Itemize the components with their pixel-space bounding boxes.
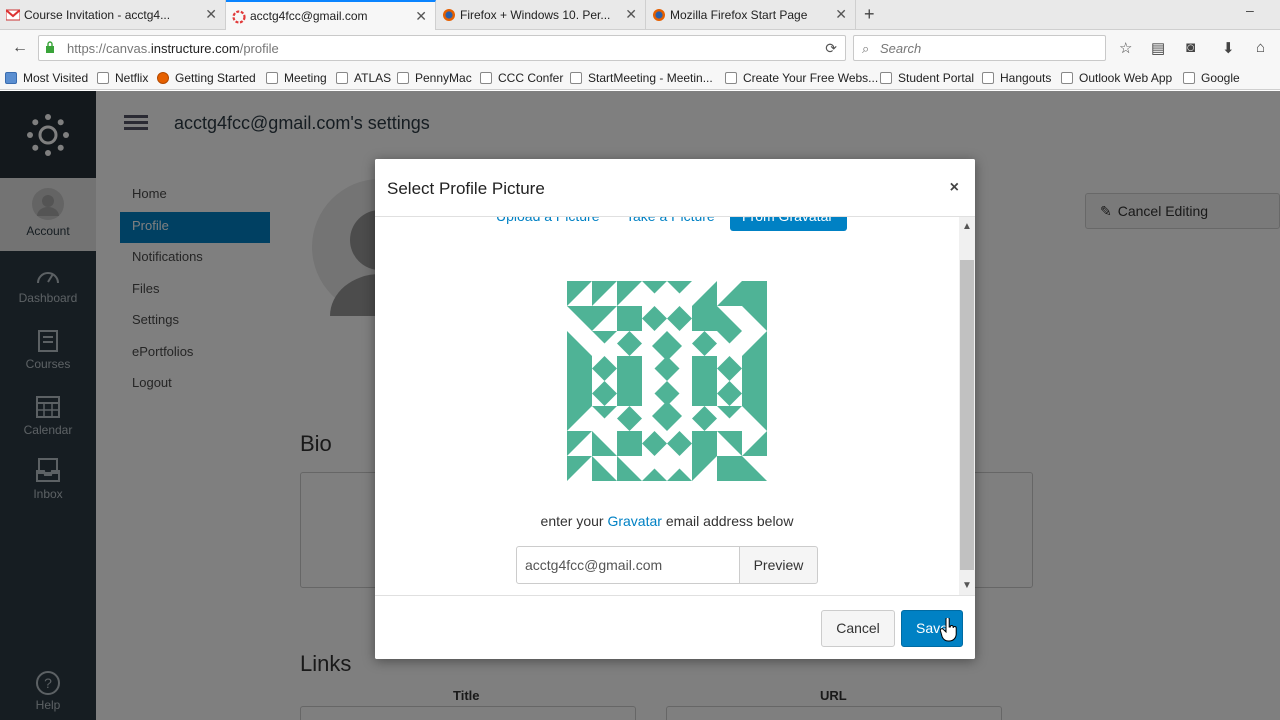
tab-label: acctg4fcc@gmail.com: [250, 9, 368, 23]
new-tab-icon[interactable]: +: [864, 4, 875, 25]
bookmark-item[interactable]: StartMeeting - Meetin...: [570, 71, 713, 85]
page-icon: [725, 72, 737, 84]
reload-icon[interactable]: ⟳: [825, 40, 837, 57]
bookmark-item[interactable]: Meeting: [266, 71, 327, 85]
tab-take-picture[interactable]: Take a Picture: [614, 217, 727, 231]
hand-cursor-icon: [940, 618, 957, 642]
folder-icon: [5, 72, 17, 84]
browser-nav-bar: ← https://canvas.instructure.com/profile…: [0, 30, 1280, 66]
close-icon[interactable]: ✕: [415, 8, 427, 25]
firefox-icon: [157, 72, 169, 84]
page-icon: [266, 72, 278, 84]
tab-label: Course Invitation - acctg4...: [24, 8, 171, 22]
cancel-button[interactable]: Cancel: [821, 610, 895, 647]
page-icon: [480, 72, 492, 84]
bookmark-item[interactable]: Student Portal: [880, 71, 974, 85]
bookmark-item[interactable]: Most Visited: [5, 71, 88, 85]
back-arrow-icon[interactable]: ←: [8, 36, 32, 60]
bookmark-item[interactable]: ATLAS: [336, 71, 391, 85]
bookmark-item[interactable]: Getting Started: [157, 71, 256, 85]
scroll-up-arrow-icon[interactable]: ▲: [962, 221, 972, 232]
browser-tab[interactable]: acctg4fcc@gmail.com ✕: [226, 0, 436, 30]
page-icon: [1183, 72, 1195, 84]
modal-scrollbar[interactable]: ▲ ▼: [959, 217, 975, 595]
browser-tab[interactable]: Firefox + Windows 10. Per... ✕: [436, 0, 646, 30]
tab-label: Mozilla Firefox Start Page: [670, 8, 808, 22]
bookmark-item[interactable]: Create Your Free Webs...: [725, 71, 878, 85]
page-icon: [1061, 72, 1073, 84]
gravatar-link[interactable]: Gravatar: [607, 513, 661, 529]
page-icon: [397, 72, 409, 84]
modal-footer: Cancel Save: [375, 595, 975, 659]
bookmark-item[interactable]: PennyMac: [397, 71, 472, 85]
lock-icon: [46, 41, 54, 53]
scroll-down-arrow-icon[interactable]: ▼: [962, 580, 972, 591]
gravatar-image: [567, 281, 767, 481]
page-icon: [336, 72, 348, 84]
gmail-icon: [6, 9, 20, 21]
gravatar-email-input[interactable]: acctg4fcc@gmail.com: [516, 546, 740, 584]
tab-from-gravatar[interactable]: From Gravatar: [730, 217, 847, 231]
browser-tab[interactable]: Mozilla Firefox Start Page ✕: [646, 0, 856, 30]
address-bar[interactable]: https://canvas.instructure.com/profile ⟳: [38, 35, 846, 61]
picture-source-tabs: Upload a Picture Take a Picture From Gra…: [375, 217, 959, 231]
bookmark-item[interactable]: Outlook Web App: [1061, 71, 1172, 85]
home-icon[interactable]: ⌂: [1256, 39, 1265, 56]
modal-body: Upload a Picture Take a Picture From Gra…: [375, 217, 959, 595]
modal-title: Select Profile Picture: [387, 179, 545, 198]
bookmark-item[interactable]: Hangouts: [982, 71, 1051, 85]
select-profile-picture-dialog: Select Profile Picture × Upload a Pictur…: [375, 159, 975, 659]
reading-list-icon[interactable]: ▤: [1151, 39, 1165, 57]
firefox-icon: [443, 9, 455, 21]
close-icon[interactable]: ✕: [835, 6, 847, 23]
search-placeholder: Search: [880, 41, 922, 56]
scrollbar-thumb[interactable]: [960, 260, 974, 570]
close-icon[interactable]: ✕: [205, 6, 217, 23]
pocket-icon[interactable]: ◙: [1186, 39, 1195, 56]
browser-tab[interactable]: Course Invitation - acctg4... ✕: [0, 0, 226, 30]
page-icon: [570, 72, 582, 84]
gravatar-caption: enter your Gravatar email address below: [540, 513, 794, 529]
bookmarks-bar: Most Visited Netflix Getting Started Mee…: [0, 66, 1280, 90]
bookmark-item[interactable]: Google: [1183, 71, 1240, 85]
canvas-icon: [232, 10, 246, 24]
bookmark-item[interactable]: CCC Confer: [480, 71, 563, 85]
bookmark-star-icon[interactable]: ☆: [1119, 39, 1132, 57]
url-text: https://canvas.instructure.com/profile: [67, 41, 279, 56]
page-icon: [97, 72, 109, 84]
bookmark-item[interactable]: Netflix: [97, 71, 148, 85]
tab-upload-picture[interactable]: Upload a Picture: [484, 217, 612, 231]
firefox-icon: [653, 9, 665, 21]
minimize-icon[interactable]: ‒: [1246, 2, 1254, 18]
search-bar[interactable]: ⌕ Search: [853, 35, 1106, 61]
browser-tab-bar: Course Invitation - acctg4... ✕ acctg4fc…: [0, 0, 1280, 30]
modal-header: Select Profile Picture ×: [375, 159, 975, 217]
close-icon[interactable]: ✕: [625, 6, 637, 23]
search-icon: ⌕: [862, 41, 870, 56]
close-icon[interactable]: ×: [950, 179, 959, 197]
page-icon: [880, 72, 892, 84]
download-icon[interactable]: ⬇: [1222, 39, 1235, 57]
page-icon: [982, 72, 994, 84]
tab-label: Firefox + Windows 10. Per...: [460, 8, 611, 22]
preview-button[interactable]: Preview: [739, 546, 818, 584]
